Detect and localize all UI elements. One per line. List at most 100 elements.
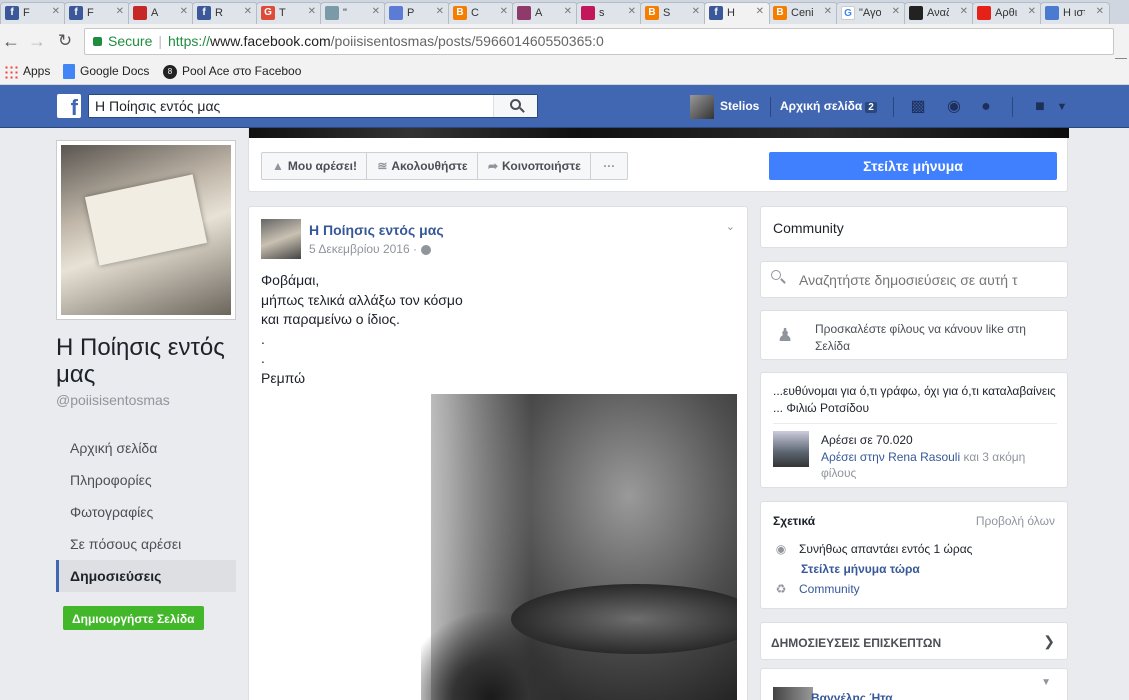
close-tab-icon[interactable]: ✕ bbox=[564, 6, 572, 17]
facebook-icon: f bbox=[709, 6, 723, 20]
post-author-avatar[interactable] bbox=[261, 219, 301, 259]
follow-button[interactable]: ≊ Ακολουθήστε bbox=[366, 152, 479, 180]
share-button[interactable]: ➦ Κοινοποιήστε bbox=[476, 152, 592, 180]
browser-tab[interactable]: G "Αγο ✕ bbox=[836, 2, 906, 24]
notifications-globe-icon[interactable]: ● bbox=[976, 97, 996, 117]
post-timestamp[interactable]: 5 Δεκεμβρίου 2016 · bbox=[309, 242, 431, 256]
more-options-button[interactable]: ··· bbox=[590, 152, 629, 180]
browser-tab[interactable]: f R ✕ bbox=[192, 2, 258, 24]
close-tab-icon[interactable]: ✕ bbox=[824, 6, 832, 17]
browser-tab[interactable]: Αρθι ✕ bbox=[972, 2, 1042, 24]
send-message-button[interactable]: Στείλτε μήνυμα bbox=[769, 152, 1057, 180]
diamond-icon bbox=[389, 6, 403, 20]
page-post-search-input[interactable] bbox=[799, 270, 1061, 290]
about-box: Σχετικά Προβολή όλων ◉ Συνήθως απαντάει ε… bbox=[760, 501, 1068, 609]
category-link[interactable]: Community bbox=[799, 582, 860, 596]
close-tab-icon[interactable]: ✕ bbox=[308, 6, 316, 17]
like-page-button[interactable]: ▲ Μου αρέσει! bbox=[261, 152, 368, 180]
browser-tab[interactable]: A ✕ bbox=[512, 2, 578, 24]
tab-title: C bbox=[471, 7, 479, 19]
invite-friends-box[interactable]: ♟ Προσκαλέστε φίλους να κάνουν like στη … bbox=[760, 310, 1068, 360]
browser-tab[interactable]: P ✕ bbox=[384, 2, 450, 24]
close-tab-icon[interactable]: ✕ bbox=[892, 6, 900, 17]
friend-like-link[interactable]: Αρέσει στην Rena Rasouli bbox=[821, 450, 960, 464]
close-tab-icon[interactable]: ✕ bbox=[756, 6, 764, 17]
send-message-now-link[interactable]: Στείλτε μήνυμα τώρα bbox=[801, 562, 920, 576]
close-tab-icon[interactable]: ✕ bbox=[628, 6, 636, 17]
page-profile-picture[interactable] bbox=[56, 140, 236, 320]
close-tab-icon[interactable]: ✕ bbox=[436, 6, 444, 17]
nav-item-home[interactable]: Αρχική σελίδα bbox=[56, 432, 236, 464]
account-menu-chevron-icon[interactable]: ▼ bbox=[1052, 97, 1072, 117]
close-tab-icon[interactable]: ✕ bbox=[372, 6, 380, 17]
apps-icon bbox=[4, 64, 18, 79]
post-card: Η Ποίησις εντός μας 5 Δεκεμβρίου 2016 · … bbox=[248, 206, 748, 700]
browser-tab[interactable]: f F ✕ bbox=[0, 2, 66, 24]
browser-tab[interactable]: B Ceni ✕ bbox=[768, 2, 838, 24]
browser-tab[interactable]: Αναζ ✕ bbox=[904, 2, 974, 24]
close-tab-icon[interactable]: ✕ bbox=[244, 6, 252, 17]
nav-item-about[interactable]: Πληροφορίες bbox=[56, 464, 236, 496]
browser-tab[interactable]: f F ✕ bbox=[64, 2, 130, 24]
browser-tab[interactable]: B C ✕ bbox=[448, 2, 514, 24]
browser-tab[interactable]: s ✕ bbox=[576, 2, 642, 24]
reload-icon[interactable]: ↻ bbox=[54, 30, 76, 52]
post-options-chevron-icon[interactable]: ⌄ bbox=[726, 220, 735, 233]
facebook-logo-icon[interactable]: f bbox=[57, 94, 81, 120]
post-author-name[interactable]: Η Ποίησις εντός μας bbox=[309, 222, 444, 238]
browser-tab[interactable]: B S ✕ bbox=[640, 2, 706, 24]
visitor-posts-header[interactable]: ΔΗΜΟΣΙΕΥΣΕΙΣ ΕΠΙΣΚΕΠΤΩΝ ❯ bbox=[760, 622, 1068, 660]
home-link[interactable]: Αρχική σελίδα 2 bbox=[780, 99, 877, 113]
privacy-shortcuts-icon[interactable]: ■ bbox=[1030, 97, 1050, 117]
page-title[interactable]: Η Ποίησις εντός μας bbox=[56, 334, 236, 388]
messenger-icon[interactable]: ◉ bbox=[944, 97, 964, 117]
nav-item-likes[interactable]: Σε πόσους αρέσει bbox=[56, 528, 236, 560]
nav-item-posts[interactable]: Δημοσιεύσεις bbox=[56, 560, 236, 592]
blogger-icon: B bbox=[453, 6, 467, 20]
blogger-icon: B bbox=[645, 6, 659, 20]
response-time-row: ◉ Συνήθως απαντάει εντός 1 ώρας bbox=[773, 542, 973, 556]
browser-tab[interactable]: " ✕ bbox=[320, 2, 386, 24]
bookmark-pool-ace[interactable]: 8 Pool Ace στο Faceboo bbox=[163, 64, 301, 79]
page-handle[interactable]: @poiisisentosmas bbox=[56, 392, 236, 408]
close-tab-icon[interactable]: ✕ bbox=[960, 6, 968, 17]
about-view-all-link[interactable]: Προβολή όλων bbox=[976, 514, 1055, 528]
browser-tab[interactable]: G T ✕ bbox=[256, 2, 322, 24]
nav-item-photos[interactable]: Φωτογραφίες bbox=[56, 496, 236, 528]
visitor-post-preview[interactable]: Βαγγέλης Ήτα ▼ bbox=[760, 668, 1068, 700]
url-bar[interactable]: Secure | https://www.facebook.com/poiisise… bbox=[84, 28, 1114, 55]
post-line: . bbox=[261, 330, 265, 347]
browser-tab[interactable]: f Η ✕ bbox=[704, 2, 770, 24]
close-tab-icon[interactable]: ✕ bbox=[52, 6, 60, 17]
community-header[interactable]: Community bbox=[760, 206, 1068, 248]
browser-tab[interactable]: Η ιστ ✕ bbox=[1040, 2, 1110, 24]
page-likes-count: Αρέσει σε 70.020 bbox=[821, 433, 913, 447]
profile-link[interactable]: Stelios bbox=[690, 95, 759, 119]
follow-label: Ακολουθήστε bbox=[391, 159, 468, 173]
close-tab-icon[interactable]: ✕ bbox=[116, 6, 124, 17]
shield-icon bbox=[1045, 6, 1059, 20]
google-icon: G bbox=[841, 6, 855, 20]
close-tab-icon[interactable]: ✕ bbox=[180, 6, 188, 17]
visitor-post-chevron-icon[interactable]: ▼ bbox=[1041, 677, 1051, 688]
visitor-name[interactable]: Βαγγέλης Ήτα bbox=[811, 691, 893, 700]
cover-photo[interactable] bbox=[249, 128, 1069, 138]
page-post-search bbox=[760, 261, 1068, 298]
browser-tab[interactable]: A ✕ bbox=[128, 2, 194, 24]
back-icon[interactable]: ← bbox=[0, 30, 22, 52]
friend-avatar[interactable] bbox=[773, 431, 809, 467]
bookmark-apps[interactable]: Apps bbox=[4, 64, 50, 79]
forward-icon[interactable]: → bbox=[26, 30, 48, 52]
close-tab-icon[interactable]: ✕ bbox=[692, 6, 700, 17]
facebook-search-input[interactable] bbox=[89, 95, 494, 117]
bookmark-label: Apps bbox=[23, 64, 51, 78]
post-image[interactable] bbox=[261, 394, 737, 700]
close-tab-icon[interactable]: ✕ bbox=[1028, 6, 1036, 17]
close-tab-icon[interactable]: ✕ bbox=[1096, 6, 1104, 17]
page-icon bbox=[325, 6, 339, 20]
create-page-button[interactable]: Δημιουργήστε Σελίδα bbox=[63, 606, 204, 630]
bookmark-google-docs[interactable]: Google Docs bbox=[63, 64, 149, 80]
close-tab-icon[interactable]: ✕ bbox=[500, 6, 508, 17]
search-button[interactable] bbox=[493, 95, 537, 117]
friend-requests-icon[interactable]: ▩ bbox=[908, 97, 928, 117]
